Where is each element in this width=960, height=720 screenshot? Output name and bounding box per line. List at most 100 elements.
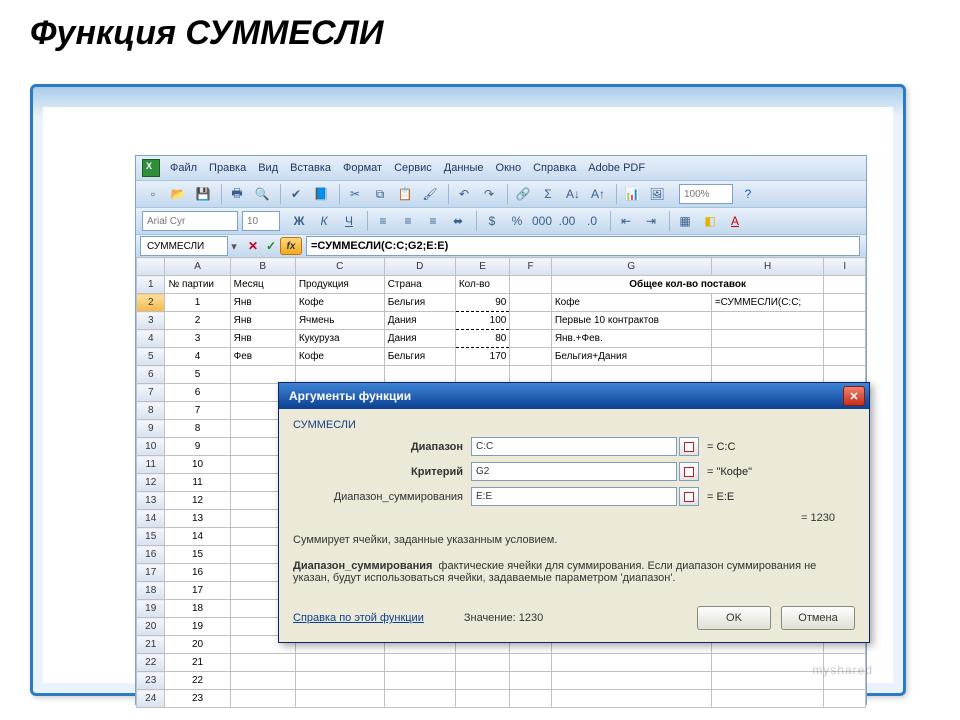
col-D[interactable]: D [384,258,455,276]
menu-insert[interactable]: Вставка [290,162,331,174]
excel-window: Файл Правка Вид Вставка Формат Сервис Да… [135,155,867,705]
menu-edit[interactable]: Правка [209,162,246,174]
hyperlink-icon[interactable]: 🔗 [512,183,534,205]
dec-decimal-icon[interactable]: .0 [581,210,603,232]
range-selector-icon[interactable] [679,487,699,506]
borders-icon[interactable]: ▦ [674,210,696,232]
cancel-button[interactable]: Отмена [781,606,855,630]
dec-indent-icon[interactable]: ⇤ [615,210,637,232]
sort-desc-icon[interactable]: A↑ [587,183,609,205]
arg-result: = E:E [707,491,734,503]
row-4[interactable]: 4 3ЯнвКукурузаДания80 Янв.+Фев. [137,330,866,348]
arg-input[interactable]: C:C [471,437,677,456]
menu-pdf[interactable]: Adobe PDF [588,162,645,174]
enter-formula-icon[interactable]: ✓ [262,237,280,255]
close-icon[interactable]: ✕ [843,386,865,406]
range-selector-icon[interactable] [679,437,699,456]
font-size-box[interactable]: 10 [242,211,280,231]
print-icon[interactable]: 🖶 [226,183,248,205]
col-A[interactable]: A [165,258,230,276]
help-icon[interactable]: ? [737,183,759,205]
row-3[interactable]: 3 2ЯнвЯчменьДания100 Первые 10 контракто… [137,312,866,330]
fx-icon[interactable]: fx [280,237,302,255]
save-icon[interactable]: 💾 [192,183,214,205]
menu-format[interactable]: Формат [343,162,382,174]
row-1[interactable]: 1 № партииМесяцПродукцияСтранаКол-во Общ… [137,276,866,294]
menu-service[interactable]: Сервис [394,162,432,174]
arg-result: = C:C [707,441,735,453]
new-icon[interactable]: ▫ [142,183,164,205]
slide-title: Функция СУММЕСЛИ [0,0,960,61]
preview-icon[interactable]: 🔍 [251,183,273,205]
col-G[interactable]: G [551,258,711,276]
arg-label: Диапазон_суммирования [293,491,463,503]
align-right-icon[interactable]: ≡ [422,210,444,232]
dialog-help-link[interactable]: Справка по этой функции [293,612,424,624]
format-toolbar: Arial Cyr 10 Ж К Ч ≡ ≡ ≡ ⬌ $ % 000 .00 .… [136,207,866,234]
range-selector-icon[interactable] [679,462,699,481]
col-H[interactable]: H [711,258,824,276]
column-headers[interactable]: A B C D E F G H I [137,258,866,276]
underline-icon[interactable]: Ч [338,210,360,232]
dialog-titlebar[interactable]: Аргументы функции ✕ [279,383,869,409]
open-icon[interactable]: 📂 [167,183,189,205]
font-name-box[interactable]: Arial Cyr [142,211,238,231]
menu-view[interactable]: Вид [258,162,278,174]
comma-icon[interactable]: 000 [531,210,553,232]
italic-icon[interactable]: К [313,210,335,232]
drawing-icon[interactable]: 🖼 [646,183,668,205]
arg-input[interactable]: E:E [471,487,677,506]
copy-icon[interactable]: ⧉ [369,183,391,205]
arg-input[interactable]: G2 [471,462,677,481]
autosum-icon[interactable]: Σ [537,183,559,205]
row-5[interactable]: 5 4ФевКофеБельгия170 Бельгия+Дания [137,348,866,366]
row-23[interactable]: 2322 [137,672,866,690]
zoom-box[interactable]: 100% [679,184,733,204]
col-E[interactable]: E [455,258,510,276]
cut-icon[interactable]: ✂ [344,183,366,205]
formula-input[interactable]: =СУММЕСЛИ(C:C;G2;E:E) [306,236,860,256]
ok-button[interactable]: OK [697,606,771,630]
menu-file[interactable]: Файл [170,162,197,174]
sort-asc-icon[interactable]: A↓ [562,183,584,205]
percent-icon[interactable]: % [506,210,528,232]
align-left-icon[interactable]: ≡ [372,210,394,232]
menu-window[interactable]: Окно [496,162,522,174]
arg-row-1: Критерий G2 = "Кофе" [293,462,855,481]
merge-icon[interactable]: ⬌ [447,210,469,232]
col-C[interactable]: C [295,258,384,276]
standard-toolbar: ▫ 📂 💾 🖶 🔍 ✔ 📘 ✂ ⧉ 📋 🖌 ↶ ↷ [136,180,866,207]
row-2[interactable]: 2 1ЯнвКофеБельгия90 Кофе=СУММЕСЛИ(C:C; [137,294,866,312]
name-box[interactable]: СУММЕСЛИ [140,236,228,256]
menu-data[interactable]: Данные [444,162,484,174]
formula-bar: СУММЕСЛИ ▾ ✕ ✓ fx =СУММЕСЛИ(C:C;G2;E:E) [136,234,866,257]
col-I[interactable]: I [824,258,866,276]
fill-color-icon[interactable]: ◧ [699,210,721,232]
col-F[interactable]: F [510,258,551,276]
dialog-result: = 1230 [293,512,835,524]
currency-icon[interactable]: $ [481,210,503,232]
menu-help[interactable]: Справка [533,162,576,174]
arg-label: Диапазон [293,441,463,453]
cancel-formula-icon[interactable]: ✕ [244,237,262,255]
chart-icon[interactable]: 📊 [621,183,643,205]
paste-icon[interactable]: 📋 [394,183,416,205]
format-painter-icon[interactable]: 🖌 [419,183,441,205]
arg-label: Критерий [293,466,463,478]
font-color-icon[interactable]: A [724,210,746,232]
row-6[interactable]: 65 [137,366,866,384]
arg-result: = "Кофе" [707,466,752,478]
dialog-function-name: СУММЕСЛИ [293,419,855,431]
row-22[interactable]: 2221 [137,654,866,672]
inc-decimal-icon[interactable]: .00 [556,210,578,232]
arg-row-2: Диапазон_суммирования E:E = E:E [293,487,855,506]
undo-icon[interactable]: ↶ [453,183,475,205]
spellcheck-icon[interactable]: ✔ [285,183,307,205]
inc-indent-icon[interactable]: ⇥ [640,210,662,232]
research-icon[interactable]: 📘 [310,183,332,205]
row-24[interactable]: 2423 [137,690,866,708]
col-B[interactable]: B [230,258,295,276]
bold-icon[interactable]: Ж [288,210,310,232]
redo-icon[interactable]: ↷ [478,183,500,205]
align-center-icon[interactable]: ≡ [397,210,419,232]
